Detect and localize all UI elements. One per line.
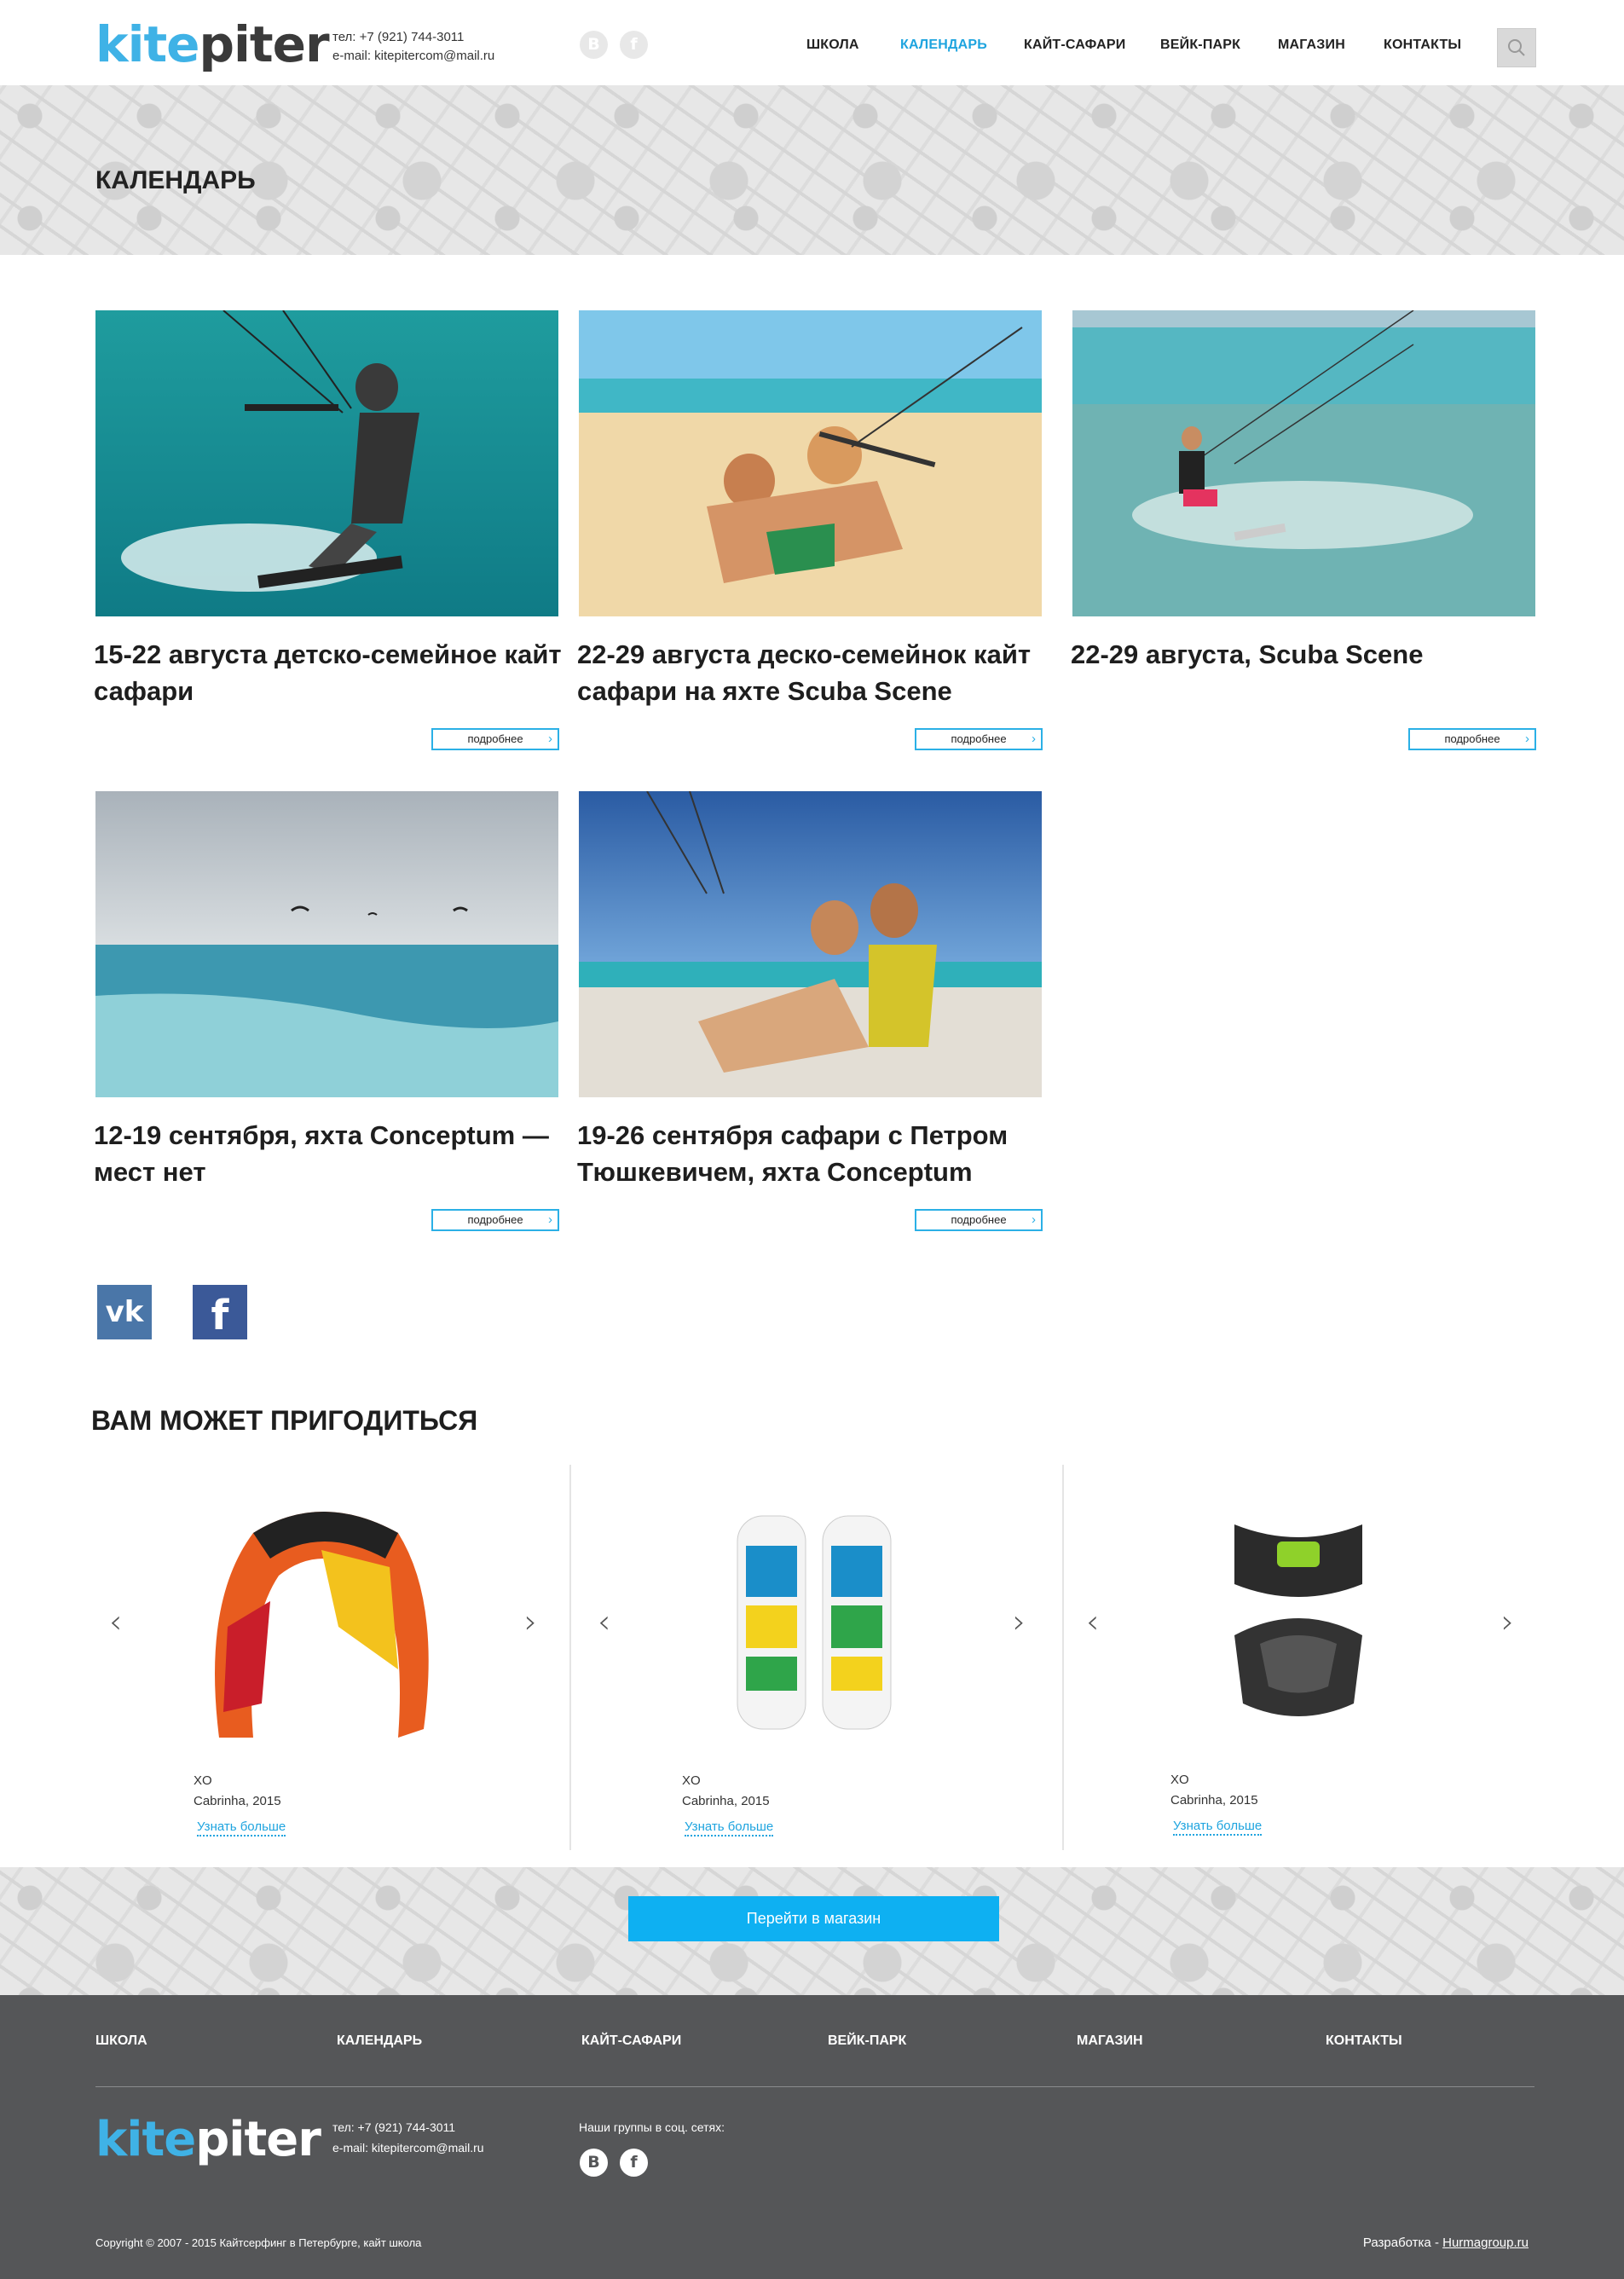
- event-title[interactable]: 22-29 августа деско-семейнок кайт сафари…: [577, 636, 1055, 709]
- product-name: XO: [1170, 1773, 1189, 1787]
- chevron-right-icon: ›: [1032, 1212, 1036, 1227]
- footer-nav-school[interactable]: ШКОЛА: [95, 2033, 147, 2049]
- chevron-left-icon[interactable]: ‹: [109, 1603, 122, 1640]
- chevron-right-icon[interactable]: ›: [524, 1603, 537, 1640]
- footer-divider: [95, 2086, 1534, 2087]
- event-title[interactable]: 19-26 сентября сафари с Петром Тюшкевиче…: [577, 1117, 1055, 1190]
- more-button[interactable]: подробнее ›: [915, 728, 1043, 750]
- footer-contacts: тел: +7 (921) 744-3011 e-mail: kitepiter…: [332, 2117, 484, 2158]
- footer-nav-wake-park[interactable]: ВЕЙК-ПАРК: [828, 2033, 906, 2049]
- chevron-right-icon: ›: [1525, 732, 1529, 746]
- event-image[interactable]: [579, 791, 1042, 1097]
- event-title[interactable]: 15-22 августа детско-семейное кайт сафар…: [94, 636, 571, 709]
- footer-nav-kite-safari[interactable]: КАЙТ-САФАРИ: [581, 2033, 681, 2049]
- chevron-right-icon: ›: [1032, 732, 1036, 746]
- learn-more-link[interactable]: Узнать больше: [1173, 1819, 1263, 1836]
- chevron-left-icon[interactable]: ‹: [598, 1603, 610, 1640]
- product-name: XO: [682, 1773, 701, 1788]
- facebook-share-icon[interactable]: f: [193, 1285, 247, 1339]
- copyright: Copyright © 2007 - 2015 Кайтсерфинг в Пе…: [95, 2236, 422, 2249]
- vk-share-icon[interactable]: vk: [97, 1285, 152, 1339]
- event-image[interactable]: [1072, 310, 1535, 616]
- product-card: [1072, 1465, 1560, 1850]
- go-to-shop-button[interactable]: Перейти в магазин: [628, 1896, 999, 1941]
- footer-logo[interactable]: kitepiter: [95, 2114, 321, 2166]
- header-phone: тел: +7 (921) 744-3011: [332, 30, 465, 44]
- chevron-right-icon: ›: [548, 732, 552, 746]
- site-header: kitepiter тел: +7 (921) 744-3011 e-mail:…: [0, 0, 1624, 85]
- section-title: ВАМ МОЖЕТ ПРИГОДИТЬСЯ: [91, 1405, 478, 1436]
- vk-icon[interactable]: В: [580, 31, 608, 59]
- chevron-right-icon[interactable]: ›: [1501, 1603, 1514, 1640]
- event-image[interactable]: [95, 310, 558, 616]
- search-button[interactable]: [1497, 28, 1536, 67]
- footer-nav-calendar[interactable]: КАЛЕНДАРЬ: [337, 2033, 422, 2049]
- nav-calendar[interactable]: КАЛЕНДАРЬ: [900, 38, 987, 53]
- event-image[interactable]: [579, 310, 1042, 616]
- header-contacts: тел: +7 (921) 744-3011 e-mail: kitepiter…: [332, 28, 494, 66]
- header-email: e-mail: kitepitercom@mail.ru: [332, 49, 495, 63]
- nav-kite-safari[interactable]: КАЙТ-САФАРИ: [1024, 38, 1125, 53]
- facebook-icon[interactable]: f: [620, 2149, 648, 2177]
- chevron-right-icon[interactable]: ›: [1013, 1603, 1026, 1640]
- more-button[interactable]: подробнее ›: [915, 1209, 1043, 1231]
- site-footer: ШКОЛА КАЛЕНДАРЬ КАЙТ-САФАРИ ВЕЙК-ПАРК МА…: [0, 1995, 1624, 2279]
- product-name: XO: [194, 1773, 212, 1788]
- chevron-left-icon[interactable]: ‹: [1086, 1603, 1099, 1640]
- product-card: [95, 1465, 583, 1850]
- more-button[interactable]: подробнее ›: [431, 1209, 559, 1231]
- divider: [569, 1465, 571, 1850]
- product-brand: Cabrinha, 2015: [1170, 1793, 1258, 1808]
- site-logo[interactable]: kitepiter: [95, 17, 330, 72]
- divider: [1062, 1465, 1064, 1850]
- nav-contacts[interactable]: КОНТАКТЫ: [1384, 38, 1461, 53]
- footer-nav-shop[interactable]: МАГАЗИН: [1077, 2033, 1143, 2049]
- learn-more-link[interactable]: Узнать больше: [685, 1819, 774, 1837]
- footer-email: e-mail: kitepitercom@mail.ru: [332, 2141, 484, 2155]
- chevron-right-icon: ›: [548, 1212, 552, 1227]
- nav-school[interactable]: ШКОЛА: [806, 38, 859, 53]
- nav-shop[interactable]: МАГАЗИН: [1278, 38, 1345, 53]
- facebook-icon[interactable]: f: [620, 31, 648, 59]
- developer-link[interactable]: Hurmagroup.ru: [1442, 2236, 1529, 2250]
- learn-more-link[interactable]: Узнать больше: [197, 1819, 286, 1837]
- event-title[interactable]: 12-19 сентября, яхта Conceptum — мест не…: [94, 1117, 571, 1190]
- product-brand: Cabrinha, 2015: [682, 1794, 770, 1808]
- page-title: КАЛЕНДАРЬ: [95, 166, 256, 194]
- product-brand: Cabrinha, 2015: [194, 1794, 281, 1808]
- footer-phone: тел: +7 (921) 744-3011: [332, 2120, 456, 2134]
- event-image[interactable]: [95, 791, 558, 1097]
- event-title[interactable]: 22-29 августа, Scuba Scene: [1071, 636, 1548, 673]
- vk-icon[interactable]: В: [580, 2149, 608, 2177]
- developer-credit: Разработка - Hurmagroup.ru: [1362, 2236, 1529, 2250]
- footer-nav-contacts[interactable]: КОНТАКТЫ: [1326, 2033, 1402, 2049]
- more-button[interactable]: подробнее ›: [431, 728, 559, 750]
- nav-wake-park[interactable]: ВЕЙК-ПАРК: [1160, 38, 1240, 53]
- footer-social-title: Наши группы в соц. сетях:: [579, 2120, 725, 2134]
- search-icon: [1508, 39, 1525, 56]
- product-card: [584, 1465, 1072, 1850]
- more-button[interactable]: подробнее ›: [1408, 728, 1536, 750]
